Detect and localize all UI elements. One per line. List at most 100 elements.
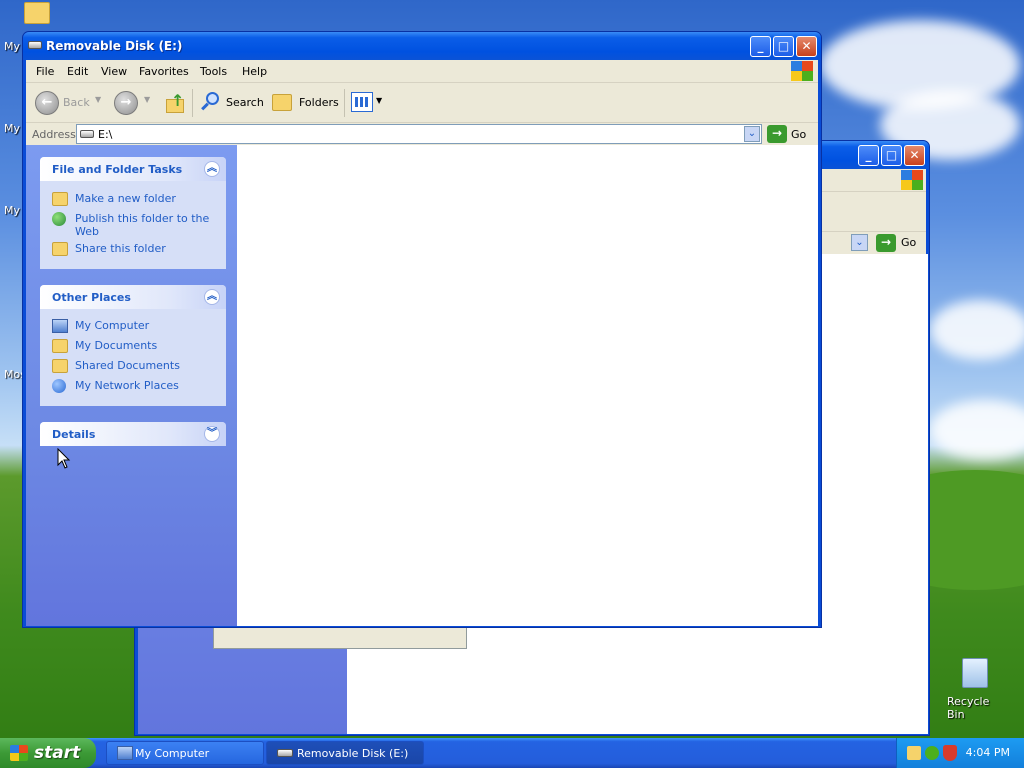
views-icon[interactable] bbox=[351, 92, 373, 112]
computer-icon bbox=[52, 319, 68, 333]
menu-edit[interactable]: Edit bbox=[67, 65, 88, 78]
globe-icon bbox=[52, 212, 66, 226]
task-label: Publish this folder to the Web bbox=[75, 212, 210, 238]
make-new-folder-link[interactable]: Make a new folder bbox=[52, 192, 176, 206]
documents-icon bbox=[52, 339, 68, 353]
share-folder-icon bbox=[52, 242, 68, 256]
folders-button-label[interactable]: Folders bbox=[299, 96, 339, 109]
taskbar-button-label: Removable Disk (E:) bbox=[297, 747, 409, 760]
other-places-panel: Other Places ︽ My Computer My Documents … bbox=[40, 285, 226, 406]
task-label: Shared Documents bbox=[75, 359, 180, 372]
address-label: Address bbox=[32, 128, 76, 141]
shared-documents-link[interactable]: Shared Documents bbox=[52, 359, 180, 373]
share-folder-link[interactable]: Share this folder bbox=[52, 242, 166, 256]
maximize-button[interactable]: □ bbox=[881, 145, 902, 166]
window-title: Removable Disk (E:) bbox=[46, 39, 183, 53]
start-button[interactable]: start bbox=[0, 738, 96, 768]
address-value: E:\ bbox=[98, 128, 113, 141]
desktop-icon-my-network-label[interactable]: My bbox=[4, 204, 20, 217]
new-folder-icon bbox=[52, 192, 68, 206]
clock[interactable]: 4:04 PM bbox=[966, 746, 1010, 759]
views-dropdown-icon[interactable]: ▼ bbox=[376, 96, 382, 105]
go-icon[interactable]: → bbox=[876, 234, 896, 252]
taskbar-button-label: My Computer bbox=[135, 747, 210, 760]
tray-security-shield-icon[interactable] bbox=[943, 745, 957, 761]
task-label: Share this folder bbox=[75, 242, 166, 255]
explorer-window: Removable Disk (E:) _ □ ✕ File Edit View… bbox=[22, 31, 822, 628]
publish-folder-link[interactable]: Publish this folder to the Web bbox=[52, 212, 209, 238]
panel-header[interactable]: File and Folder Tasks ︽ bbox=[40, 157, 226, 181]
tray-update-icon[interactable] bbox=[925, 746, 939, 760]
folders-icon[interactable] bbox=[272, 94, 292, 111]
address-dropdown-icon[interactable]: ⌄ bbox=[744, 126, 760, 142]
menu-favorites[interactable]: Favorites bbox=[139, 65, 189, 78]
go-icon[interactable]: → bbox=[767, 125, 787, 143]
address-dropdown-icon[interactable]: ⌄ bbox=[851, 234, 868, 251]
file-folder-tasks-panel: File and Folder Tasks ︽ Make a new folde… bbox=[40, 157, 226, 269]
task-pane: File and Folder Tasks ︽ Make a new folde… bbox=[26, 145, 237, 626]
taskbar-button-removable-disk[interactable]: Removable Disk (E:) bbox=[266, 741, 424, 765]
windows-logo-icon bbox=[10, 745, 28, 761]
drive-icon bbox=[28, 41, 42, 49]
minimize-button[interactable]: _ bbox=[858, 145, 879, 166]
windows-flag-icon bbox=[791, 61, 813, 81]
computer-icon bbox=[117, 746, 133, 760]
network-icon bbox=[52, 379, 66, 393]
panel-title: Details bbox=[52, 428, 96, 441]
address-input[interactable]: E:\ ⌄ bbox=[76, 124, 762, 144]
recycle-bin-label: Recycle Bin bbox=[947, 695, 990, 721]
go-button-label[interactable]: Go bbox=[901, 236, 916, 249]
forward-dropdown-icon[interactable]: ▼ bbox=[144, 95, 150, 104]
panel-header[interactable]: Details ︾ bbox=[40, 422, 226, 446]
collapse-chevron-icon[interactable]: ︽ bbox=[204, 161, 220, 177]
panel-header[interactable]: Other Places ︽ bbox=[40, 285, 226, 309]
folder-contents[interactable] bbox=[237, 145, 818, 626]
go-button-label[interactable]: Go bbox=[791, 128, 806, 141]
back-button-label[interactable]: Back bbox=[63, 96, 90, 109]
task-label: My Network Places bbox=[75, 379, 179, 392]
menu-help[interactable]: Help bbox=[242, 65, 267, 78]
drive-icon bbox=[277, 749, 293, 757]
my-documents-link[interactable]: My Documents bbox=[52, 339, 157, 353]
up-folder-icon[interactable]: ↑ bbox=[164, 91, 186, 115]
start-label: start bbox=[34, 743, 81, 763]
drive-icon bbox=[80, 130, 94, 138]
system-tray: 4:04 PM bbox=[896, 738, 1024, 768]
toolbar-separator bbox=[344, 89, 345, 117]
minimize-button[interactable]: _ bbox=[750, 36, 771, 57]
my-network-places-link[interactable]: My Network Places bbox=[52, 379, 179, 393]
toolbar: ← Back ▼ → ▼ ↑ Search Folders ▼ bbox=[26, 83, 818, 123]
back-dropdown-icon[interactable]: ▼ bbox=[95, 95, 101, 104]
taskbar-button-my-computer[interactable]: My Computer bbox=[106, 741, 264, 765]
explorer-titlebar[interactable]: Removable Disk (E:) _ □ ✕ bbox=[23, 32, 821, 60]
folder-desktop-icon[interactable] bbox=[24, 2, 50, 24]
panel-title: File and Folder Tasks bbox=[52, 163, 183, 176]
mouse-cursor-icon bbox=[57, 447, 71, 473]
close-button[interactable]: ✕ bbox=[904, 145, 925, 166]
menu-view[interactable]: View bbox=[101, 65, 127, 78]
search-button-label[interactable]: Search bbox=[226, 96, 264, 109]
menu-tools[interactable]: Tools bbox=[200, 65, 227, 78]
desktop-icon-my-computer-label[interactable]: My bbox=[4, 40, 20, 53]
menu-file[interactable]: File bbox=[36, 65, 54, 78]
recycle-bin-icon bbox=[962, 658, 988, 688]
my-computer-link[interactable]: My Computer bbox=[52, 319, 149, 333]
close-button[interactable]: ✕ bbox=[796, 36, 817, 57]
recycle-bin[interactable]: Recycle Bin bbox=[940, 655, 1010, 721]
task-label: My Documents bbox=[75, 339, 158, 352]
expand-chevron-icon[interactable]: ︾ bbox=[204, 426, 220, 442]
forward-arrow-icon[interactable]: → bbox=[114, 91, 138, 115]
shared-folder-icon bbox=[52, 359, 68, 373]
details-panel: Details ︾ bbox=[40, 422, 226, 446]
panel-title: Other Places bbox=[52, 291, 131, 304]
toolbar-separator bbox=[192, 89, 193, 117]
maximize-button[interactable]: □ bbox=[773, 36, 794, 57]
collapse-chevron-icon[interactable]: ︽ bbox=[204, 289, 220, 305]
search-icon[interactable] bbox=[200, 91, 222, 113]
back-arrow-icon[interactable]: ← bbox=[35, 91, 59, 115]
desktop-icon-my-documents-label[interactable]: My bbox=[4, 122, 20, 135]
task-label: Make a new folder bbox=[75, 192, 176, 205]
menubar: File Edit View Favorites Tools Help bbox=[26, 60, 818, 83]
tray-network-icon[interactable] bbox=[907, 746, 921, 760]
address-bar: Address E:\ ⌄ → Go bbox=[26, 123, 818, 145]
